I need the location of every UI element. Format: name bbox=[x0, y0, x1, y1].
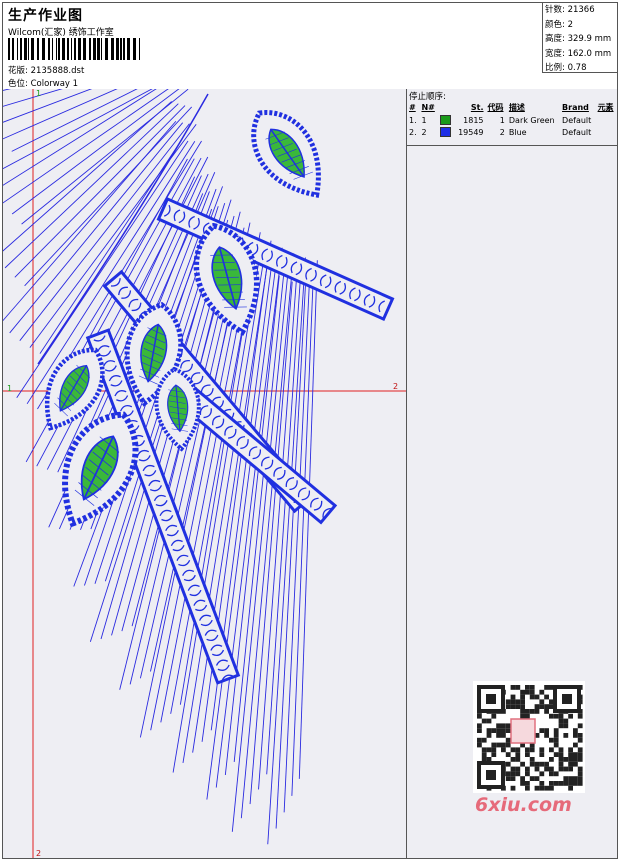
color-swatch bbox=[440, 127, 452, 137]
color-table: # N# St. 代码 描述 Brand 元素 1. 1 1815 1 Dark… bbox=[407, 101, 617, 138]
row-brand: Default bbox=[562, 127, 592, 137]
row-needle: 2 bbox=[421, 127, 427, 137]
axis-v-end-label: 2 bbox=[36, 849, 42, 858]
row-index: 2. bbox=[409, 127, 417, 137]
col-element: 元素 bbox=[597, 103, 614, 112]
col-stitches: St. bbox=[470, 103, 484, 112]
sheet-header: 生产作业图 Wilcom(汇家) 绣饰工作室 花版: 2135888.dst 色… bbox=[3, 3, 617, 90]
axis-v-start-label: 1 bbox=[36, 89, 42, 98]
design-preview: 1 2 1 2 bbox=[3, 89, 407, 858]
axis-h-start-label: 1 bbox=[7, 384, 13, 393]
stat-scale: 比例: 0.78 bbox=[545, 63, 587, 73]
colorway-label: 色位: Colorway 1 bbox=[8, 79, 79, 89]
stat-width: 宽度: 162.0 mm bbox=[545, 48, 612, 59]
row-description: Blue bbox=[508, 127, 527, 137]
row-code: 1 bbox=[499, 115, 505, 125]
row-stitches: 19549 bbox=[458, 127, 484, 137]
col-brand: Brand bbox=[562, 103, 589, 112]
table-row: 1. 1 1815 1 Dark Green Default bbox=[407, 114, 617, 126]
qr-code bbox=[473, 681, 585, 793]
stat-colors: 颜色: 2 bbox=[545, 19, 573, 30]
color-table-header: # N# St. 代码 描述 Brand 元素 bbox=[407, 101, 617, 114]
color-table-wrapper: # N# St. 代码 描述 Brand 元素 1. 1 1815 1 Dark… bbox=[407, 101, 617, 146]
company-name: Wilcom(汇家) 绣饰工作室 bbox=[8, 28, 114, 38]
watermark-logo: 6xiu.com bbox=[475, 794, 572, 816]
axis-h-end-label: 2 bbox=[393, 382, 399, 391]
row-index: 1. bbox=[409, 115, 417, 125]
row-code: 2 bbox=[499, 127, 505, 137]
col-code: 代码 bbox=[487, 103, 504, 112]
table-row: 2. 2 19549 2 Blue Default bbox=[407, 126, 617, 138]
color-swatch bbox=[440, 115, 452, 125]
design-stats: 针数: 21366 颜色: 2 高度: 329.9 mm 宽度: 162.0 m… bbox=[542, 3, 617, 73]
col-needle: N# bbox=[421, 103, 435, 112]
col-index: # bbox=[409, 103, 416, 112]
col-description: 描述 bbox=[508, 103, 525, 112]
stat-stitches: 针数: 21366 bbox=[545, 5, 595, 15]
stop-sequence-panel: 停止顺序: # N# St. 代码 描述 Brand 元素 1. 1 1815 … bbox=[407, 89, 617, 858]
page-title: 生产作业图 bbox=[8, 8, 83, 24]
barcode bbox=[8, 38, 140, 60]
row-needle: 1 bbox=[421, 115, 427, 125]
design-file-label: 花版: 2135888.dst bbox=[8, 66, 85, 76]
row-description: Dark Green bbox=[508, 115, 555, 125]
row-brand: Default bbox=[562, 115, 592, 125]
row-stitches: 1815 bbox=[463, 115, 484, 125]
seal-icon bbox=[510, 718, 536, 744]
production-sheet: 生产作业图 Wilcom(汇家) 绣饰工作室 花版: 2135888.dst 色… bbox=[2, 2, 618, 859]
col-swatch bbox=[438, 101, 454, 114]
stat-height: 高度: 329.9 mm bbox=[545, 34, 612, 44]
embroidery-design bbox=[3, 89, 406, 858]
